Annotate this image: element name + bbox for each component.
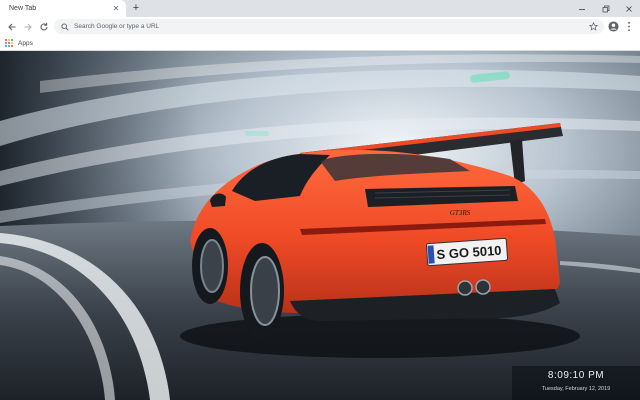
apps-dot (11, 39, 13, 41)
kebab-menu-icon[interactable] (623, 20, 635, 33)
forward-button[interactable] (21, 17, 35, 36)
apps-dot (5, 39, 7, 41)
tab-title: New Tab (9, 5, 37, 12)
apps-dot (11, 45, 13, 47)
tab-strip: New Tab ✕ + (0, 0, 640, 17)
close-window-button[interactable] (619, 0, 639, 17)
apps-label: Apps (18, 39, 33, 47)
apps-shortcut[interactable]: Apps (5, 36, 33, 50)
clock-time: 8:09:10 PM (547, 370, 605, 381)
minimize-icon (579, 8, 585, 10)
model-badge-text: GT3RS (450, 209, 471, 217)
close-icon (626, 5, 632, 12)
address-input[interactable] (74, 20, 585, 33)
reload-button[interactable] (37, 17, 51, 36)
account-icon[interactable] (607, 20, 620, 33)
apps-dot (8, 42, 10, 44)
restore-button[interactable] (596, 0, 616, 17)
apps-grid-icon (5, 39, 13, 47)
arrow-right-icon (24, 23, 32, 30)
apps-dot (5, 42, 7, 44)
close-icon[interactable]: ✕ (110, 0, 122, 17)
minimize-button[interactable] (572, 0, 592, 17)
clock-date: Tuesday, February 12, 2019 (541, 386, 611, 392)
toolbar (0, 17, 640, 36)
back-button[interactable] (5, 17, 19, 36)
reload-icon (40, 22, 48, 30)
star-icon[interactable] (585, 22, 601, 31)
omnibox[interactable] (54, 19, 604, 34)
apps-dot (8, 45, 10, 47)
tab-new-tab[interactable]: New Tab ✕ (0, 0, 126, 17)
plus-icon[interactable]: + (130, 0, 142, 17)
bookmarks-bar: Apps (0, 36, 640, 51)
car-wallpaper-image: S GO 5010 GT3RS (0, 51, 640, 400)
search-icon (57, 22, 73, 31)
arrow-left-icon (8, 23, 16, 30)
apps-dot (11, 42, 13, 44)
restore-icon (602, 5, 610, 12)
background-wallpaper: S GO 5010 GT3RS 8:09:10 PM Tuesday, Febr… (0, 51, 640, 400)
apps-dot (5, 45, 7, 47)
clock-widget: 8:09:10 PM Tuesday, February 12, 2019 (512, 366, 640, 400)
apps-dot (8, 39, 10, 41)
